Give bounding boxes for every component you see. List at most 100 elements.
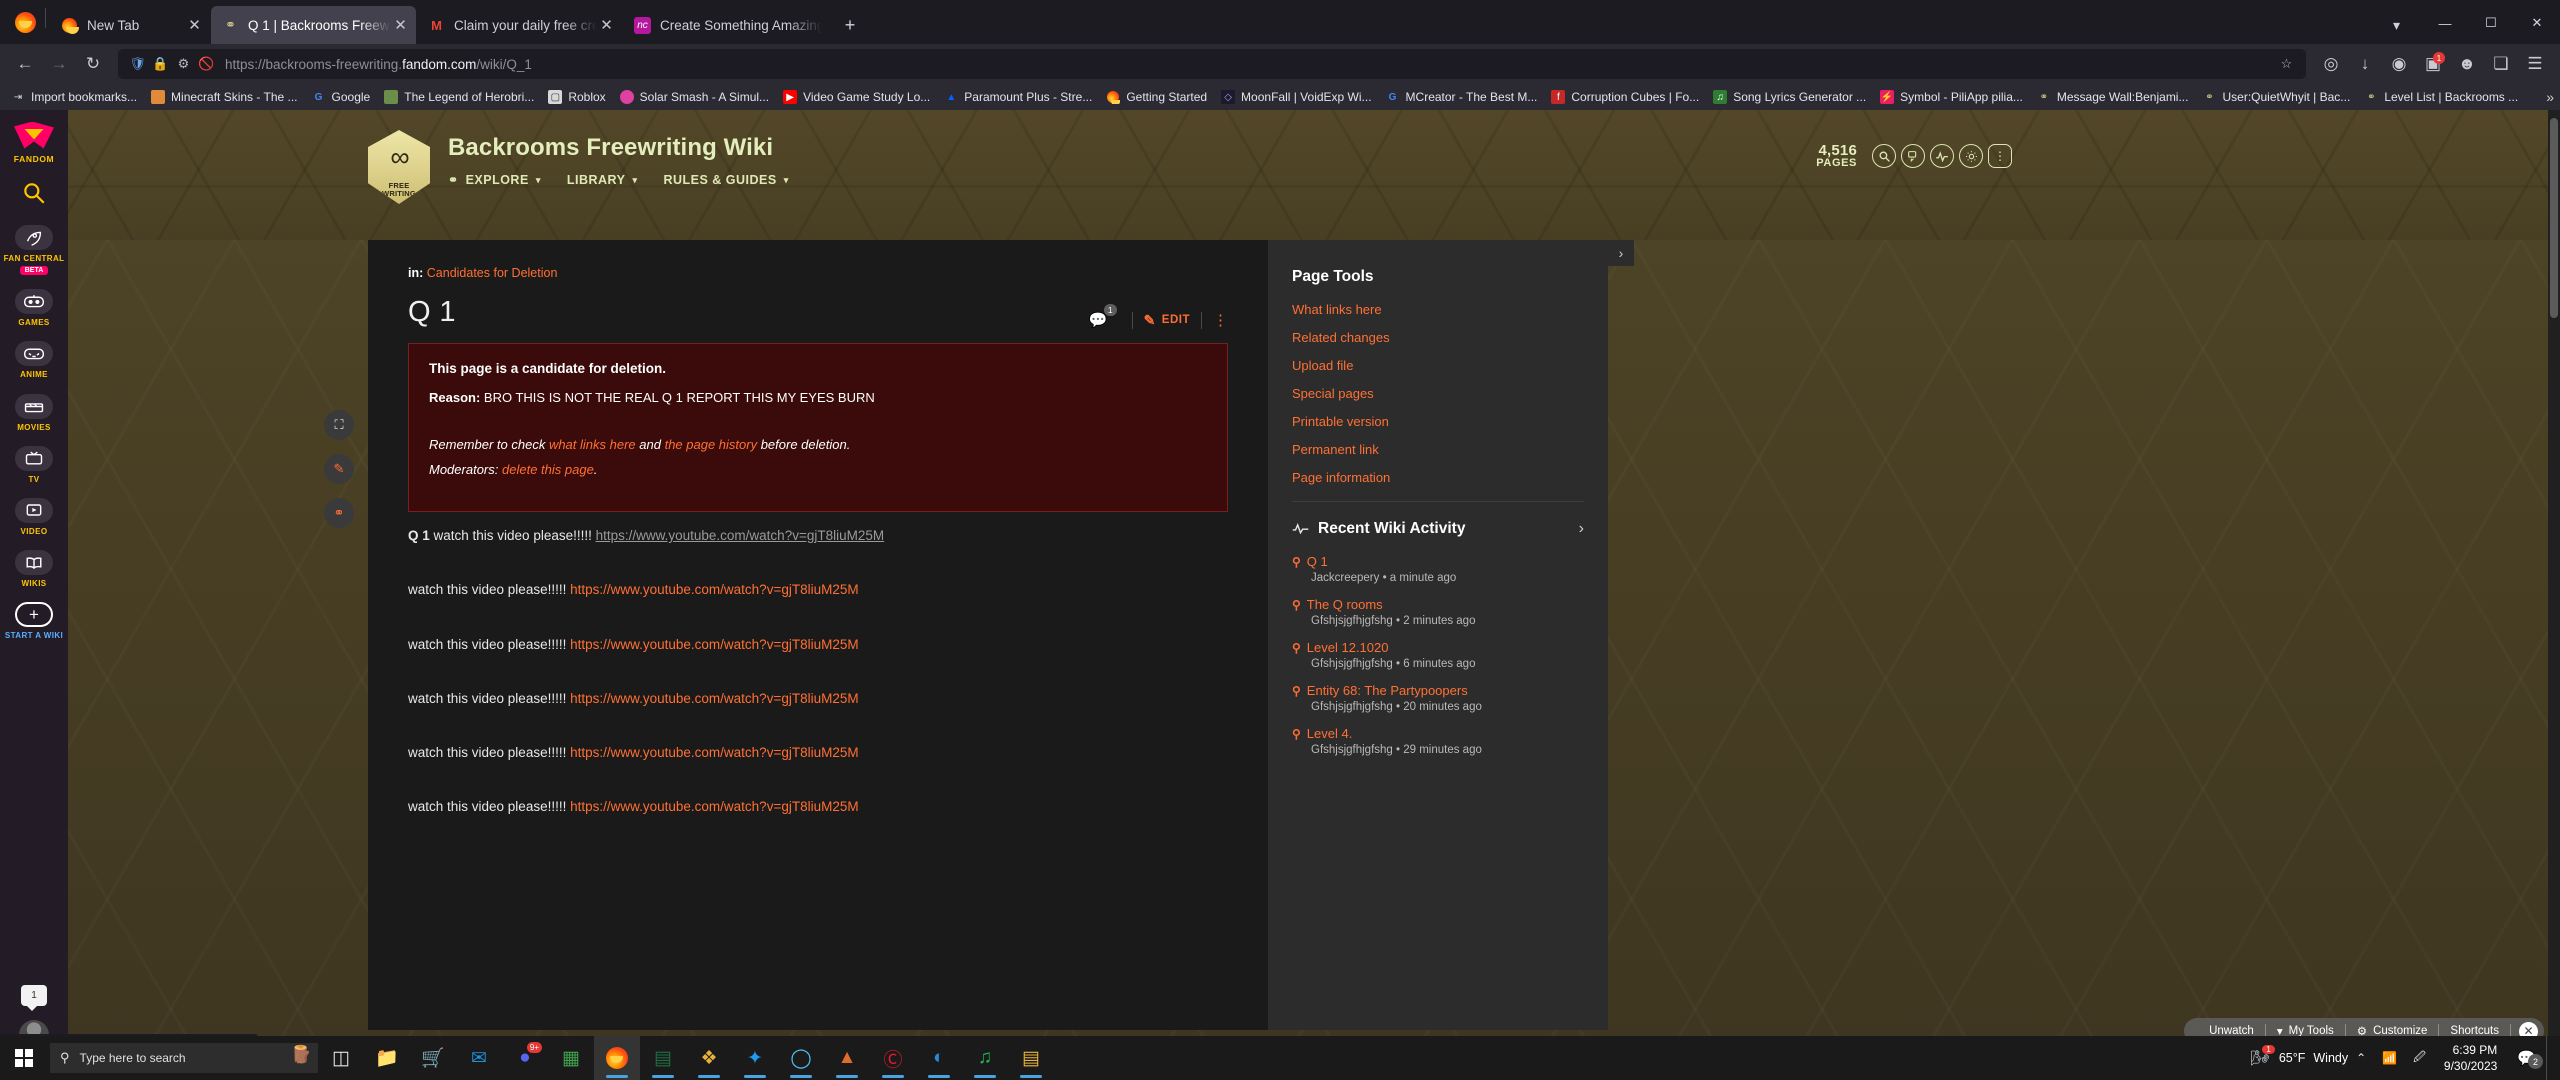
comments-icon[interactable]: 💬 1	[1089, 304, 1117, 329]
activity-title[interactable]: ⚲ Level 12.1020	[1292, 640, 1584, 655]
video-link[interactable]: https://www.youtube.com/watch?v=gjT8liuM…	[570, 799, 859, 814]
browser-tab-new-tab[interactable]: New Tab ✕	[50, 6, 210, 44]
paint3d-icon[interactable]: ▲	[824, 1036, 870, 1080]
list-item[interactable]: ⚲ Q 1 Jackcreepery • a minute ago	[1292, 554, 1584, 584]
twitter-icon[interactable]: ✦	[732, 1036, 778, 1080]
discord-icon[interactable]: ● 9+	[502, 1036, 548, 1080]
bookmark-item[interactable]: ▶ Video Game Study Lo...	[776, 86, 937, 108]
clock[interactable]: 6:39 PM 9/30/2023	[2434, 1042, 2507, 1074]
expand-icon[interactable]: ⛶	[324, 410, 354, 440]
mail-icon[interactable]: ✉	[456, 1036, 502, 1080]
edit-pencil-icon[interactable]: ✎	[324, 454, 354, 484]
discussions-icon[interactable]	[1901, 144, 1925, 168]
bookmark-item[interactable]: ▢ Roblox	[541, 86, 612, 108]
sidebar-item-video[interactable]: VIDEO	[0, 497, 68, 536]
address-bar[interactable]: 🛡 🔒 ⚙ 🚫 https://backrooms-freewriting.fa…	[118, 49, 2306, 79]
list-item[interactable]: ⚲ Level 12.1020 Gfshjsjgfhjgfshg • 6 minu…	[1292, 640, 1584, 670]
bookmark-item[interactable]: f Corruption Cubes | Fo...	[1544, 86, 1706, 108]
video-link[interactable]: https://www.youtube.com/watch?v=gjT8liuM…	[570, 745, 859, 760]
show-desktop-button[interactable]	[2546, 1036, 2554, 1080]
video-link[interactable]: https://www.youtube.com/watch?v=gjT8liuM…	[570, 691, 859, 706]
activity-title[interactable]: ⚲ Entity 68: The Partypoopers	[1292, 683, 1584, 698]
lock-icon[interactable]: 🔒	[149, 53, 172, 75]
task-view-icon[interactable]: ◫	[318, 1036, 364, 1080]
list-item[interactable]: ⚲ Entity 68: The Partypoopers Gfshjsjgfhj…	[1292, 683, 1584, 713]
page-tool-permanent-link[interactable]: Permanent link	[1292, 442, 1584, 457]
video-link[interactable]: https://www.youtube.com/watch?v=gjT8liuM…	[570, 637, 859, 652]
sidebar-item-wikis[interactable]: WIKIS	[0, 550, 68, 588]
search-icon[interactable]	[21, 180, 47, 211]
bookmarks-overflow-icon[interactable]: »	[2546, 89, 2554, 105]
sidebar-item-fan-central[interactable]: FAN CENTRAL BETA	[0, 225, 68, 276]
activity-pulse-icon[interactable]	[1930, 144, 1954, 168]
browser-tab-create-amazing[interactable]: nc Create Something Amazing - N	[623, 6, 828, 44]
list-item[interactable]: ⚲ Level 4. Gfshjsjgfhjgfshg • 29 minutes …	[1292, 726, 1584, 756]
bookmark-item[interactable]: Solar Smash - A Simul...	[613, 86, 776, 108]
bookmark-item[interactable]: Getting Started	[1099, 86, 1214, 108]
extensions-puzzle-icon[interactable]: ❏	[2484, 48, 2518, 80]
sidebar-item-movies[interactable]: MOVIES	[0, 393, 68, 432]
circle-app-icon[interactable]: ◯	[778, 1036, 824, 1080]
page-scrollbar[interactable]	[2548, 110, 2560, 1054]
video-link[interactable]: https://www.youtube.com/watch?v=gjT8liuM…	[596, 528, 885, 543]
taskbar-search-input[interactable]: ⚲ Type here to search 🪵	[50, 1043, 318, 1073]
more-options-icon[interactable]: ⋮	[1213, 313, 1228, 328]
shield-icon[interactable]: 🛡	[126, 53, 149, 75]
activity-title[interactable]: ⚲ Q 1	[1292, 554, 1584, 569]
close-icon[interactable]: ✕	[185, 16, 204, 35]
bookmark-item[interactable]: ◇ MoonFall | VoidExp Wi...	[1214, 86, 1379, 108]
edit-button[interactable]: ✎ EDIT	[1144, 312, 1190, 329]
reload-button[interactable]: ↻	[76, 48, 110, 80]
breadcrumb-category-link[interactable]: Candidates for Deletion	[427, 266, 558, 280]
close-icon[interactable]: ✕	[597, 16, 616, 35]
opera-icon[interactable]: Ⓒ	[870, 1036, 916, 1080]
more-options-icon[interactable]: ⋮	[1988, 144, 2012, 168]
browser-tab-free-credits[interactable]: M Claim your daily free credits! - u ✕	[417, 6, 622, 44]
browser-tab-q1-wiki[interactable]: ⚭ Q 1 | Backrooms Freewriting Wi ✕	[211, 6, 416, 44]
page-tool-page-information[interactable]: Page information	[1292, 470, 1584, 485]
sidebar-item-start-a-wiki[interactable]: + START A WIKI	[0, 602, 68, 640]
page-tool-special-pages[interactable]: Special pages	[1292, 386, 1584, 401]
bookmark-star-icon[interactable]: ☆	[2275, 53, 2298, 75]
bookmark-item[interactable]: ♫ Song Lyrics Generator ...	[1706, 86, 1873, 108]
bookmark-item[interactable]: ⚭ Message Wall:Benjami...	[2030, 86, 2196, 108]
close-window-button[interactable]: ✕	[2514, 7, 2560, 39]
page-tool-upload-file[interactable]: Upload file	[1292, 358, 1584, 373]
app-menu-icon[interactable]: ☰	[2518, 48, 2552, 80]
activity-title[interactable]: ⚲ Level 4.	[1292, 726, 1584, 741]
weather-widget[interactable]: 🌬 1 65°F Windy	[2251, 1045, 2348, 1067]
file-explorer-icon[interactable]: 📁	[364, 1036, 410, 1080]
downloads-icon[interactable]: ↓	[2348, 48, 2382, 80]
nav-rules-guides[interactable]: RULES & GUIDES ▾	[663, 173, 788, 187]
spotify-icon[interactable]: ♫	[962, 1036, 1008, 1080]
bookmark-item[interactable]: G MCreator - The Best M...	[1379, 86, 1545, 108]
firefox-icon[interactable]	[594, 1036, 640, 1080]
edge-icon[interactable]: ◐	[916, 1036, 962, 1080]
new-tab-button[interactable]: +	[835, 10, 865, 40]
account-icon[interactable]: ☻	[2450, 48, 2484, 80]
video-link[interactable]: https://www.youtube.com/watch?v=gjT8liuM…	[570, 582, 859, 597]
tray-chevron-up-icon[interactable]: ⌃	[2348, 1051, 2374, 1065]
notes-icon[interactable]: ▤	[1008, 1036, 1054, 1080]
pen-icon[interactable]: 🖉	[2405, 1048, 2434, 1069]
forward-button[interactable]: →	[42, 48, 76, 80]
wiki-title[interactable]: Backrooms Freewriting Wiki	[448, 134, 815, 162]
minimize-button[interactable]: —	[2422, 7, 2468, 39]
maximize-button[interactable]: ☐	[2468, 7, 2514, 39]
sidebar-item-tv[interactable]: TV	[0, 445, 68, 484]
list-item[interactable]: ⚲ The Q rooms Gfshjsjgfhjgfshg • 2 minute…	[1292, 597, 1584, 627]
page-tool-what-links-here[interactable]: What links here	[1292, 302, 1584, 317]
search-icon[interactable]	[1872, 144, 1896, 168]
sidebar-item-anime[interactable]: ANIME	[0, 341, 68, 379]
list-all-tabs-icon[interactable]: ▾	[2393, 17, 2400, 34]
activity-title[interactable]: ⚲ The Q rooms	[1292, 597, 1584, 612]
what-links-here-link[interactable]: what links here	[549, 437, 636, 452]
back-button[interactable]: ←	[8, 48, 42, 80]
bookmark-item[interactable]: ⇥ Import bookmarks...	[4, 86, 144, 108]
chevron-right-icon[interactable]: ›	[1579, 520, 1584, 538]
bookmark-item[interactable]: The Legend of Herobri...	[377, 86, 541, 108]
nav-library[interactable]: LIBRARY ▾	[567, 173, 638, 187]
microsoft-store-icon[interactable]: 🛒	[410, 1036, 456, 1080]
wifi-icon[interactable]: 📶	[2374, 1051, 2405, 1065]
notifications-bubble-icon[interactable]: 1	[21, 985, 47, 1011]
